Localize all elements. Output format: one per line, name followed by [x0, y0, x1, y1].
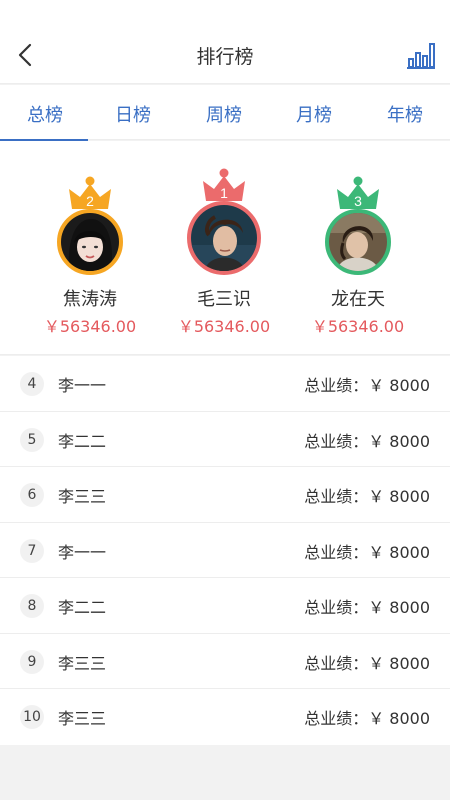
bar-chart-icon — [407, 43, 435, 69]
list-item[interactable]: 9 李三三 总业绩：￥ 8000 — [0, 634, 450, 689]
list-item[interactable]: 10 李三三 总业绩：￥ 8000 — [0, 689, 450, 745]
navigation-bar: 排行榜 — [0, 0, 450, 84]
tab-label: 日榜 — [115, 105, 151, 126]
list-item[interactable]: 7 李一一 总业绩：￥ 8000 — [0, 523, 450, 578]
winner-name: 焦涛涛 — [63, 289, 117, 310]
top-three-podium: 2 焦涛涛 ￥56346.00 1 毛三识 ￥56346.00 3 龙在天 ￥5… — [0, 141, 450, 355]
list-item[interactable]: 5 李二二 总业绩：￥ 8000 — [0, 412, 450, 467]
podium-second-place[interactable]: 2 焦涛涛 ￥56346.00 — [20, 141, 160, 355]
member-name: 李二二 — [58, 431, 107, 451]
podium-third-place[interactable]: 3 龙在天 ￥56346.00 — [288, 141, 428, 355]
winner-amount: ￥56346.00 — [43, 317, 137, 336]
crown-icon: 2 — [69, 176, 111, 209]
avatar — [187, 201, 261, 275]
total-performance: 总业绩：￥ 8000 — [304, 542, 430, 562]
member-name: 李一一 — [58, 542, 107, 562]
avatar-image — [191, 205, 257, 271]
total-performance: 总业绩：￥ 8000 — [304, 709, 430, 728]
tab-weekly[interactable]: 周榜 — [179, 85, 269, 140]
member-name: 李三三 — [58, 653, 107, 673]
member-name: 李二二 — [58, 598, 107, 617]
total-performance: 总业绩：￥ 8000 — [304, 376, 430, 395]
total-performance: 总业绩：￥ 8000 — [304, 487, 430, 506]
tab-yearly[interactable]: 年榜 — [360, 85, 450, 140]
winner-amount: ￥56346.00 — [311, 317, 405, 336]
member-name: 李三三 — [58, 487, 107, 506]
rank-badge: 5 — [20, 427, 44, 452]
podium-first-place[interactable]: 1 毛三识 ￥56346.00 — [154, 141, 294, 355]
rank-badge: 8 — [20, 594, 44, 618]
winner-amount: ￥56346.00 — [177, 317, 271, 336]
list-item[interactable]: 8 李二二 总业绩：￥ 8000 — [0, 578, 450, 634]
rank-badge: 9 — [20, 649, 44, 674]
crown-icon: 1 — [203, 168, 245, 201]
tab-total[interactable]: 总榜 — [0, 85, 90, 141]
rank-number: 2 — [86, 193, 94, 209]
period-tabs: 总榜 日榜 周榜 月榜 年榜 — [0, 85, 450, 141]
rank-number: 3 — [354, 193, 362, 209]
tab-monthly[interactable]: 月榜 — [269, 85, 359, 140]
list-item[interactable]: 6 李三三 总业绩：￥ 8000 — [0, 467, 450, 523]
avatar — [57, 209, 123, 275]
tab-label: 月榜 — [296, 105, 332, 126]
list-item[interactable]: 4 李一一 总业绩：￥ 8000 — [0, 356, 450, 412]
winner-name: 毛三识 — [197, 289, 251, 310]
total-performance: 总业绩：￥ 8000 — [304, 598, 430, 617]
avatar — [325, 209, 391, 275]
winner-name: 龙在天 — [331, 289, 385, 310]
avatar-image — [61, 213, 119, 271]
total-performance: 总业绩：￥ 8000 — [304, 653, 430, 673]
rank-number: 1 — [220, 185, 228, 201]
tab-daily[interactable]: 日榜 — [88, 85, 178, 140]
member-name: 李三三 — [58, 709, 107, 728]
avatar-image — [329, 213, 387, 271]
chart-button[interactable] — [406, 40, 436, 70]
tab-label: 周榜 — [206, 105, 242, 126]
rank-badge: 7 — [20, 538, 44, 563]
total-performance: 总业绩：￥ 8000 — [304, 431, 430, 451]
tab-label: 年榜 — [387, 105, 423, 126]
page-title: 排行榜 — [196, 46, 254, 68]
ranking-list: 4 李一一 总业绩：￥ 8000 5 李二二 总业绩：￥ 8000 6 李三三 … — [0, 356, 450, 745]
member-name: 李一一 — [58, 376, 107, 395]
rank-badge: 10 — [20, 705, 44, 729]
rank-badge: 4 — [20, 372, 44, 396]
crown-icon: 3 — [337, 176, 379, 209]
rank-badge: 6 — [20, 483, 44, 507]
tab-label: 总榜 — [27, 105, 63, 126]
